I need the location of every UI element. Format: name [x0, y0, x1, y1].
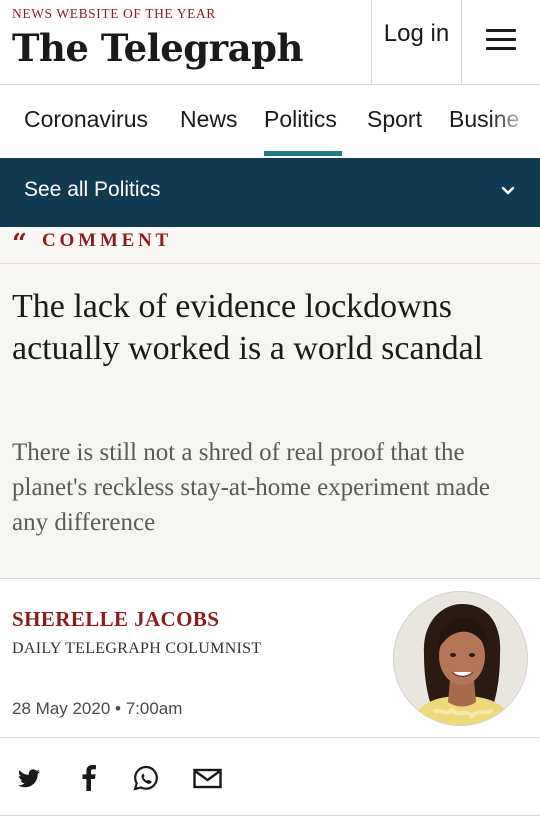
- hamburger-icon-bar: [486, 38, 516, 41]
- nav-item-coronavirus[interactable]: Coronavirus: [24, 106, 148, 133]
- section-nav: Coronavirus News Politics Sport Busine: [0, 88, 540, 158]
- article-header: The lack of evidence lockdowns actually …: [0, 264, 540, 579]
- nav-item-sport[interactable]: Sport: [367, 106, 422, 133]
- comment-section-label: “ COMMENT: [0, 227, 540, 264]
- login-button[interactable]: Log in: [371, 0, 462, 84]
- hamburger-icon-bar: [486, 47, 516, 50]
- author-name[interactable]: SHERELLE JACOBS: [12, 607, 219, 632]
- nav-active-indicator: [264, 151, 342, 156]
- article-headline: The lack of evidence lockdowns actually …: [12, 288, 484, 367]
- site-header: NEWS WEBSITE OF THE YEAR The Telegraph L…: [0, 0, 540, 85]
- author-role: DAILY TELEGRAPH COLUMNIST: [12, 640, 262, 657]
- nav-item-politics[interactable]: Politics: [264, 106, 337, 133]
- article-byline: SHERELLE JACOBS DAILY TELEGRAPH COLUMNIS…: [0, 579, 540, 738]
- facebook-icon[interactable]: [78, 765, 98, 791]
- author-portrait: [394, 592, 527, 725]
- twitter-icon[interactable]: [17, 765, 41, 791]
- share-bar: [0, 738, 540, 816]
- email-icon[interactable]: [193, 765, 222, 791]
- nav-scroll-fade: [490, 88, 540, 158]
- comment-label[interactable]: COMMENT: [42, 230, 172, 252]
- quote-icon: “: [12, 229, 27, 259]
- site-tagline: NEWS WEBSITE OF THE YEAR: [12, 6, 216, 21]
- publish-date: 28 May 2020 • 7:00am: [12, 699, 183, 718]
- article-standfirst: There is still not a shred of real proof…: [12, 439, 490, 536]
- see-all-label: See all Politics: [24, 178, 161, 201]
- hamburger-icon: [486, 29, 516, 32]
- author-avatar[interactable]: [393, 591, 528, 726]
- chevron-down-icon: [501, 186, 515, 195]
- see-all-politics-bar[interactable]: See all Politics: [0, 158, 540, 227]
- telegraph-logo[interactable]: The Telegraph: [12, 24, 303, 72]
- nav-item-news[interactable]: News: [180, 106, 238, 133]
- menu-button[interactable]: [462, 0, 540, 84]
- whatsapp-icon[interactable]: [133, 765, 159, 791]
